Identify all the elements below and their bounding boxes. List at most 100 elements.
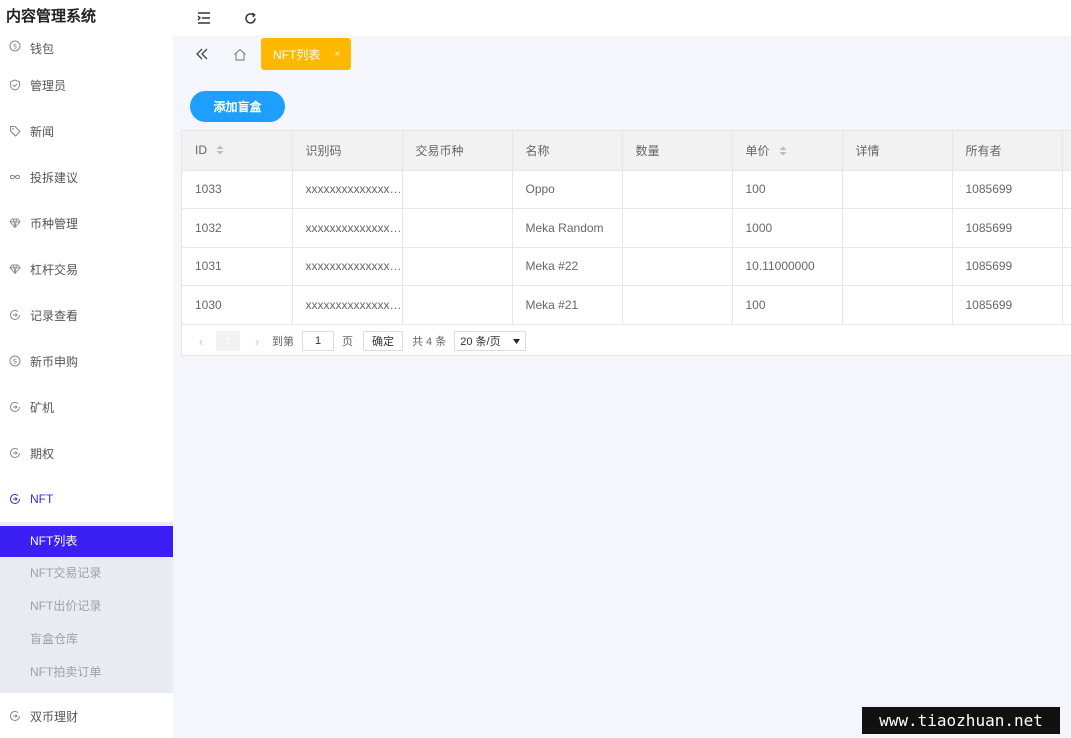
sidebar-item-admin[interactable]: 管理员 <box>0 62 173 108</box>
page-unit-label: 页 <box>342 336 353 348</box>
cell-currency <box>402 285 513 325</box>
infinity-icon <box>9 171 21 183</box>
column-header-extra <box>1062 131 1071 171</box>
cell-extra <box>1062 247 1071 286</box>
cell-owner: 1085699 <box>952 170 1063 209</box>
sidebar-item-label: NFT <box>30 492 54 506</box>
tab-bar: NFT列表 × <box>173 36 1071 72</box>
cell-owner: 1085699 <box>952 208 1063 248</box>
menu-collapse-icon[interactable] <box>195 9 213 27</box>
caret-down-icon <box>513 335 521 347</box>
cell-details <box>842 170 953 209</box>
dollar-circle-icon: $ <box>9 355 21 367</box>
submenu-item-nft-trades[interactable]: NFT交易记录 <box>0 557 173 590</box>
tab-nft-list[interactable]: NFT列表 × <box>261 38 351 70</box>
tag-icon <box>9 125 21 137</box>
cell-owner: 1085699 <box>952 247 1063 286</box>
tab-label: NFT列表 <box>273 47 321 62</box>
sidebar-item-label: 期权 <box>30 446 55 461</box>
app-title: 内容管理系统 <box>0 0 173 34</box>
sidebar-item-label: 记录查看 <box>30 308 79 323</box>
dollar-circle-icon: $ <box>9 40 21 52</box>
column-header-label: ID <box>195 142 207 157</box>
circle-arrow-icon <box>9 401 21 413</box>
sidebar-item-feedback[interactable]: 投拆建议 <box>0 154 173 200</box>
column-header-name: 名称 <box>512 131 623 171</box>
total-count: 共 4 条 <box>412 336 447 348</box>
sidebar-item-label: 新币申购 <box>30 354 79 369</box>
sidebar-item-new-coin[interactable]: $ 新币申购 <box>0 338 173 384</box>
cell-name: Meka #21 <box>512 285 623 325</box>
tabs-scroll-left-icon[interactable] <box>192 45 212 63</box>
cell-quantity <box>622 208 733 248</box>
goto-page-input[interactable] <box>302 331 334 351</box>
submenu-item-blindbox-warehouse[interactable]: 盲盒仓库 <box>0 623 173 656</box>
sidebar-item-label: 钱包 <box>30 42 55 56</box>
sidebar-item-news[interactable]: 新闻 <box>0 108 173 154</box>
cell-owner: 1085699 <box>952 285 1063 325</box>
cell-name: Meka #22 <box>512 247 623 286</box>
circle-arrow-icon <box>9 309 21 321</box>
cell-price: 1000 <box>732 208 843 248</box>
column-header-details: 详情 <box>842 131 953 171</box>
page-number-current[interactable]: 1 <box>216 331 240 351</box>
submenu-item-nft-list[interactable]: NFT列表 <box>0 526 173 557</box>
cell-details <box>842 208 953 248</box>
nft-submenu: NFT列表 NFT交易记录 NFT出价记录 盲盒仓库 NFT拍卖订单 <box>0 522 173 693</box>
submenu-item-nft-auction-orders[interactable]: NFT拍卖订单 <box>0 656 173 689</box>
cell-id: 1032 <box>182 208 293 248</box>
cell-extra <box>1062 285 1071 325</box>
column-header-id[interactable]: ID <box>182 131 293 171</box>
sidebar: 内容管理系统 $ 钱包 管理员 新闻 投拆建议 币种管理 杠杆交易 记录查看 $… <box>0 0 173 738</box>
column-header-currency: 交易币种 <box>402 131 513 171</box>
add-blindbox-button[interactable]: 添加盲盒 <box>190 91 285 122</box>
cell-code: xxxxxxxxxxxxxxxxxxxx <box>292 247 403 286</box>
sidebar-item-currency[interactable]: 币种管理 <box>0 200 173 246</box>
diamond-icon <box>9 263 21 275</box>
table-row: 1033 xxxxxxxxxxxxxxxxxxxx Oppo 100 10856… <box>182 170 1071 209</box>
sidebar-item-wallet[interactable]: $ 钱包 <box>0 34 173 62</box>
sidebar-item-dual-currency[interactable]: 双币理财 <box>0 693 173 738</box>
top-bar <box>173 0 1071 36</box>
prev-page-icon[interactable]: ‹ <box>194 334 208 349</box>
sidebar-item-label: 投拆建议 <box>30 170 79 185</box>
cell-price: 10.11000000 <box>732 247 843 286</box>
cell-price: 100 <box>732 170 843 209</box>
cell-currency <box>402 208 513 248</box>
sort-icon[interactable] <box>216 144 224 158</box>
sort-icon[interactable] <box>779 145 787 159</box>
sidebar-item-miner[interactable]: 矿机 <box>0 384 173 430</box>
next-page-icon[interactable]: › <box>250 334 264 349</box>
cell-quantity <box>622 170 733 209</box>
watermark: www.tiaozhuan.net <box>862 707 1060 734</box>
cell-code: xxxxxxxxxxxxxxxxxxxx <box>292 285 403 325</box>
sidebar-item-label: 新闻 <box>30 124 55 139</box>
shield-icon <box>9 79 21 91</box>
cell-quantity <box>622 247 733 286</box>
home-icon[interactable] <box>230 45 250 63</box>
refresh-icon[interactable] <box>241 9 259 27</box>
sidebar-item-label: 杠杆交易 <box>30 262 79 277</box>
cell-id: 1033 <box>182 170 293 209</box>
sidebar-item-label: 矿机 <box>30 400 55 415</box>
sidebar-item-options[interactable]: 期权 <box>0 430 173 476</box>
submenu-item-nft-bids[interactable]: NFT出价记录 <box>0 590 173 623</box>
sidebar-item-nft[interactable]: NFT <box>0 476 173 522</box>
pagination: ‹ 1 › 到第 页 确定 共 4 条 20 条/页 <box>182 324 1071 355</box>
column-header-label: 单价 <box>745 143 770 158</box>
column-header-price[interactable]: 单价 <box>732 131 843 171</box>
nft-table: ID 识别码 交易币种 名称 数量 单价 详情 所有者 1033 xxxxxxx… <box>181 130 1071 356</box>
goto-confirm-button[interactable]: 确定 <box>363 331 403 351</box>
circle-arrow-icon <box>9 710 21 722</box>
cell-name: Meka Random <box>512 208 623 248</box>
cell-currency <box>402 170 513 209</box>
page-size-select[interactable]: 20 条/页 <box>454 331 527 351</box>
column-header-quantity: 数量 <box>622 131 733 171</box>
sidebar-item-records[interactable]: 记录查看 <box>0 292 173 338</box>
column-header-owner: 所有者 <box>952 131 1063 171</box>
svg-text:$: $ <box>13 358 17 366</box>
close-icon[interactable]: × <box>334 49 340 60</box>
cell-id: 1031 <box>182 247 293 286</box>
sidebar-item-leverage[interactable]: 杠杆交易 <box>0 246 173 292</box>
cell-id: 1030 <box>182 285 293 325</box>
